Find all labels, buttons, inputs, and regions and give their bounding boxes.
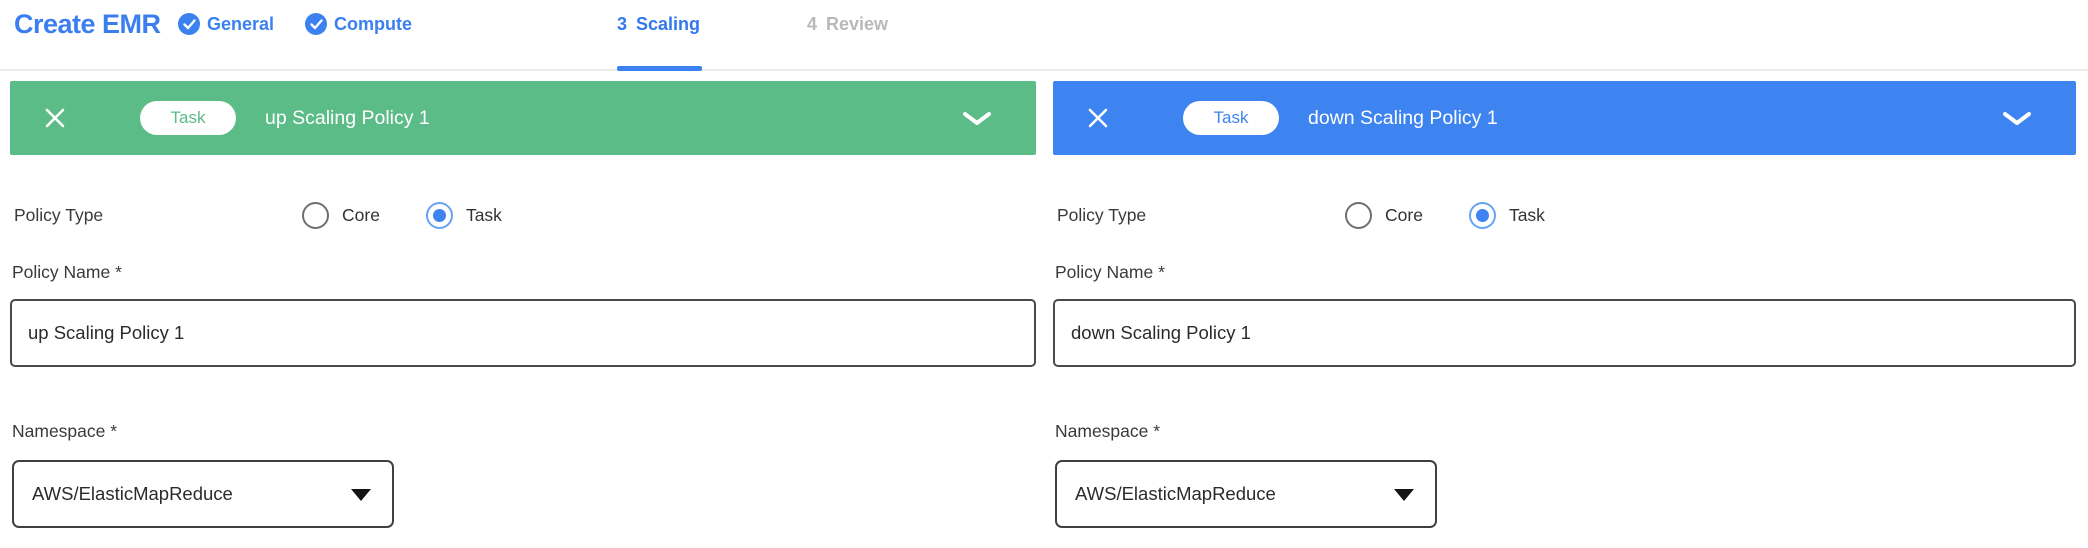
radio-task[interactable]: Task — [1469, 202, 1545, 229]
policy-type-badge: Task — [1183, 101, 1279, 135]
policy-type-row: Policy Type Core Task — [12, 200, 1036, 230]
radio-core[interactable]: Core — [302, 202, 380, 229]
step-label: Compute — [334, 14, 412, 35]
radio-label: Task — [466, 205, 502, 226]
wizard-header: Create EMR General Compute 3 Scaling 4 R… — [0, 0, 2088, 71]
caret-down-icon — [351, 489, 371, 501]
radio-task[interactable]: Task — [426, 202, 502, 229]
scaling-policy-panel-down: Task down Scaling Policy 1 Policy Type C… — [1053, 81, 2076, 528]
check-circle-icon — [305, 13, 327, 35]
caret-down-icon — [1394, 489, 1414, 501]
policy-name-input[interactable] — [1053, 299, 2076, 367]
policy-type-radio-group: Core Task — [1345, 200, 1591, 230]
policy-type-label: Policy Type — [14, 205, 103, 226]
policy-name-label: Policy Name * — [1055, 262, 1165, 283]
chevron-down-icon[interactable] — [2002, 111, 2032, 126]
step-label: Scaling — [636, 14, 700, 35]
step-review[interactable]: 4 Review — [807, 0, 888, 48]
policy-name-input[interactable] — [10, 299, 1036, 367]
namespace-select[interactable]: AWS/ElasticMapReduce — [12, 460, 394, 528]
namespace-select-value: AWS/ElasticMapReduce — [1075, 483, 1276, 505]
policy-type-label: Policy Type — [1057, 205, 1146, 226]
policy-type-radio-group: Core Task — [302, 200, 548, 230]
close-icon[interactable] — [1087, 107, 1109, 129]
namespace-label: Namespace * — [12, 421, 117, 442]
radio-core[interactable]: Core — [1345, 202, 1423, 229]
policy-header-bar[interactable]: Task up Scaling Policy 1 — [10, 81, 1036, 155]
active-step-underline — [617, 66, 702, 71]
step-compute[interactable]: Compute — [305, 0, 412, 48]
radio-circle-icon — [1345, 202, 1372, 229]
radio-circle-icon — [302, 202, 329, 229]
step-general[interactable]: General — [178, 0, 274, 48]
check-circle-icon — [178, 13, 200, 35]
step-label: Review — [826, 14, 888, 35]
policy-header-bar[interactable]: Task down Scaling Policy 1 — [1053, 81, 2076, 155]
page-title: Create EMR — [14, 0, 161, 48]
create-emr-screen: Create EMR General Compute 3 Scaling 4 R… — [0, 0, 2088, 548]
policy-type-badge: Task — [140, 101, 236, 135]
step-label: General — [207, 14, 274, 35]
step-number: 3 — [617, 14, 627, 35]
radio-selected-icon — [426, 202, 453, 229]
namespace-select[interactable]: AWS/ElasticMapReduce — [1055, 460, 1437, 528]
step-scaling[interactable]: 3 Scaling — [617, 0, 700, 48]
namespace-label: Namespace * — [1055, 421, 1160, 442]
scaling-policy-panel-up: Task up Scaling Policy 1 Policy Type Cor… — [10, 81, 1036, 528]
policy-type-row: Policy Type Core Task — [1055, 200, 2076, 230]
policy-title: up Scaling Policy 1 — [265, 107, 430, 130]
policy-name-label: Policy Name * — [12, 262, 122, 283]
close-icon[interactable] — [44, 107, 66, 129]
step-number: 4 — [807, 14, 817, 35]
radio-label: Task — [1509, 205, 1545, 226]
policy-title: down Scaling Policy 1 — [1308, 107, 1498, 130]
namespace-select-value: AWS/ElasticMapReduce — [32, 483, 233, 505]
radio-label: Core — [1385, 205, 1423, 226]
radio-selected-icon — [1469, 202, 1496, 229]
radio-label: Core — [342, 205, 380, 226]
chevron-down-icon[interactable] — [962, 111, 992, 126]
